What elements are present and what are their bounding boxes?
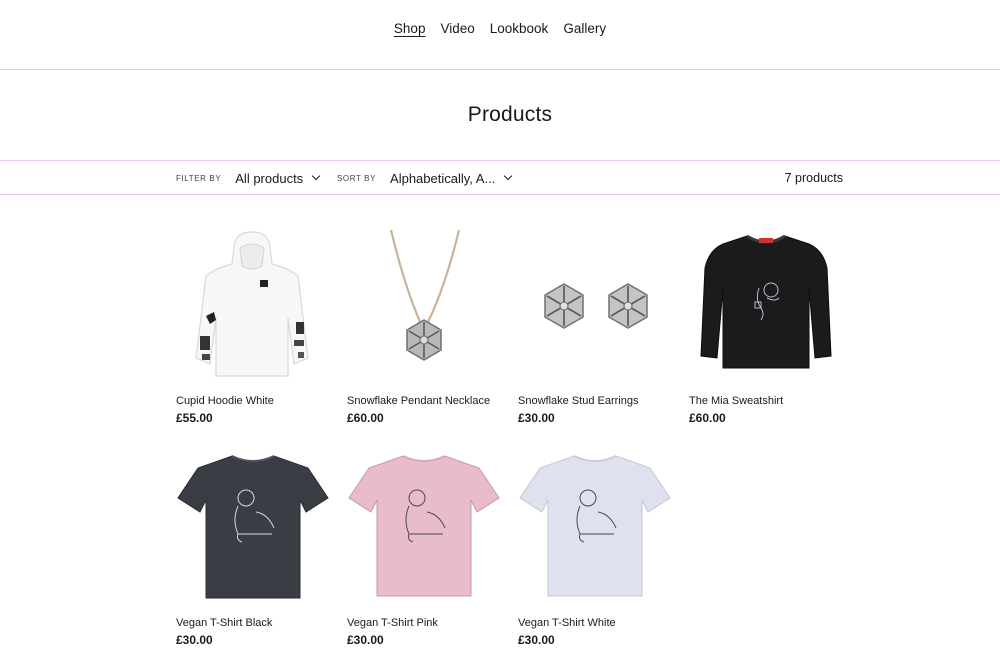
filter-value: All products xyxy=(235,170,304,186)
product-image-pink-tshirt[interactable] xyxy=(347,450,502,605)
product-title[interactable]: Snowflake Pendant Necklace xyxy=(347,395,502,407)
product-image-white-tshirt[interactable] xyxy=(518,450,673,605)
product-title[interactable]: Vegan T-Shirt White xyxy=(518,617,673,629)
product-title[interactable]: Snowflake Stud Earrings xyxy=(518,395,673,407)
nav-item-lookbook[interactable]: Lookbook xyxy=(490,21,549,36)
chevron-down-icon xyxy=(311,171,321,181)
product-count: 7 products xyxy=(784,171,843,185)
product-price: £30.00 xyxy=(347,633,384,647)
product-price: £60.00 xyxy=(689,411,726,425)
product-card[interactable]: Vegan T-Shirt White £30.00 xyxy=(518,450,673,647)
product-price: £30.00 xyxy=(518,411,555,425)
product-image-snowflake-necklace[interactable] xyxy=(347,228,502,383)
filter-group: Filter by All products xyxy=(176,161,321,195)
product-image-black-tshirt[interactable] xyxy=(176,450,331,605)
product-price: £55.00 xyxy=(176,411,213,425)
product-title[interactable]: The Mia Sweatshirt xyxy=(689,395,844,407)
product-card[interactable]: Snowflake Pendant Necklace £60.00 xyxy=(347,228,502,425)
product-title[interactable]: Vegan T-Shirt Black xyxy=(176,617,331,629)
filter-label: Filter by xyxy=(176,173,222,183)
product-title[interactable]: Vegan T-Shirt Pink xyxy=(347,617,502,629)
nav-item-shop[interactable]: Shop xyxy=(394,21,426,36)
product-card[interactable]: Vegan T-Shirt Pink £30.00 xyxy=(347,450,502,647)
nav-list: Shop Video Lookbook Gallery xyxy=(0,0,1000,38)
sort-label: Sort by xyxy=(337,173,377,183)
filter-select[interactable]: All products xyxy=(235,170,321,186)
product-card[interactable]: Vegan T-Shirt Black £30.00 xyxy=(176,450,331,647)
sort-group: Sort by Alphabetically, A... xyxy=(337,161,513,195)
product-title[interactable]: Cupid Hoodie White xyxy=(176,395,331,407)
product-card[interactable]: The Mia Sweatshirt £60.00 xyxy=(689,228,844,425)
product-image-snowflake-earrings[interactable] xyxy=(518,228,673,383)
product-image-white-hoodie[interactable] xyxy=(176,228,331,383)
sort-value: Alphabetically, A... xyxy=(390,170,496,186)
sort-select[interactable]: Alphabetically, A... xyxy=(390,170,513,186)
nav-item-gallery[interactable]: Gallery xyxy=(563,21,606,36)
site-nav: Shop Video Lookbook Gallery xyxy=(0,0,1000,70)
product-card[interactable]: Cupid Hoodie White £55.00 xyxy=(176,228,331,425)
product-price: £60.00 xyxy=(347,411,384,425)
product-price: £30.00 xyxy=(518,633,555,647)
nav-item-video[interactable]: Video xyxy=(440,21,474,36)
collection-header: Products xyxy=(0,70,1000,161)
page-title: Products xyxy=(467,103,553,126)
filter-sort-bar: Filter by All products Sort by Alphabeti… xyxy=(0,161,1000,195)
chevron-down-icon xyxy=(504,171,513,181)
product-price: £30.00 xyxy=(176,633,213,647)
product-image-black-sweatshirt[interactable] xyxy=(689,228,844,383)
product-card[interactable]: Snowflake Stud Earrings £30.00 xyxy=(518,228,673,425)
